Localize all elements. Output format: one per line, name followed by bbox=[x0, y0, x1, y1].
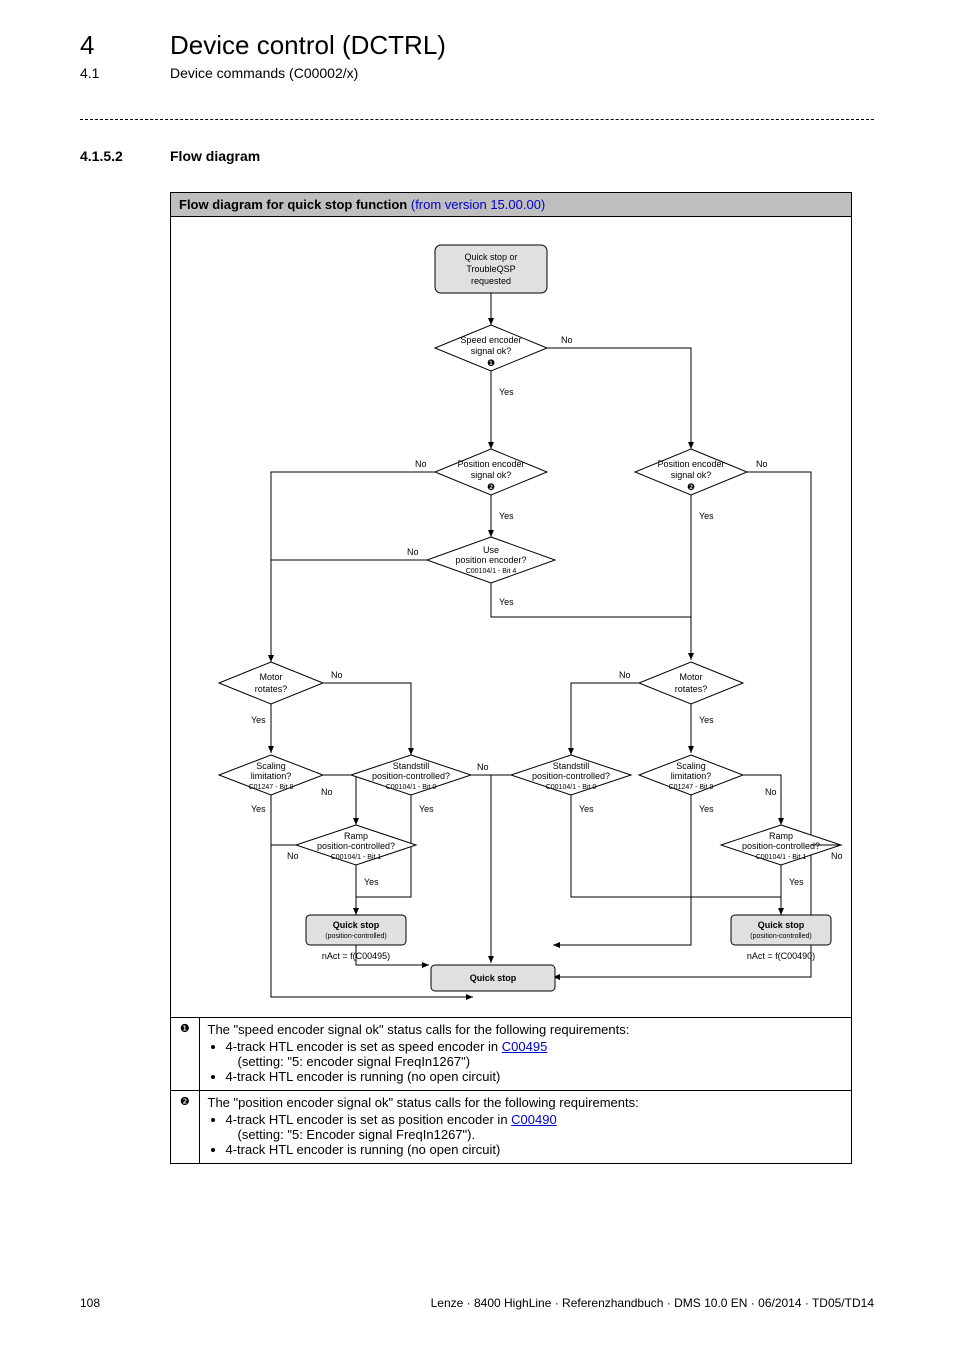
footer-info: Lenze · 8400 HighLine · Referenzhandbuch… bbox=[431, 1296, 874, 1310]
svg-text:TroubleQSP: TroubleQSP bbox=[466, 264, 515, 274]
svg-text:nAct = f(C00490): nAct = f(C00490) bbox=[747, 951, 815, 961]
svg-text:Yes: Yes bbox=[789, 877, 804, 887]
svg-text:No: No bbox=[331, 670, 343, 680]
svg-text:No: No bbox=[561, 335, 573, 345]
divider bbox=[80, 119, 874, 120]
svg-text:position-controlled?: position-controlled? bbox=[372, 771, 450, 781]
svg-text:(position-controlled): (position-controlled) bbox=[750, 933, 811, 940]
svg-text:Yes: Yes bbox=[499, 511, 514, 521]
svg-text:Quick stop: Quick stop bbox=[333, 920, 380, 930]
section-number: 4.1 bbox=[80, 65, 170, 81]
svg-text:Use: Use bbox=[483, 545, 499, 555]
subsection-title: Flow diagram bbox=[170, 148, 260, 164]
flow-diagram: Quick stop or TroubleQSP requested Speed… bbox=[171, 217, 851, 1017]
figure-notes: ❶ The "speed encoder signal ok" status c… bbox=[171, 1017, 851, 1163]
svg-text:Yes: Yes bbox=[579, 804, 594, 814]
svg-text:❷: ❷ bbox=[487, 482, 495, 492]
svg-text:C01247 - Bit 9: C01247 - Bit 9 bbox=[669, 784, 714, 791]
svg-text:No: No bbox=[619, 670, 631, 680]
svg-text:Yes: Yes bbox=[699, 804, 714, 814]
svg-text:Yes: Yes bbox=[251, 804, 266, 814]
svg-text:❶: ❶ bbox=[487, 358, 495, 368]
subsection-number: 4.1.5.2 bbox=[80, 148, 170, 164]
svg-text:Yes: Yes bbox=[699, 715, 714, 725]
figure-version: (from version 15.00.00) bbox=[411, 197, 545, 212]
figure-frame: Flow diagram for quick stop function (fr… bbox=[170, 192, 852, 1164]
link-c00490[interactable]: C00490 bbox=[511, 1112, 557, 1127]
svg-text:Scaling: Scaling bbox=[676, 761, 706, 771]
svg-text:❷: ❷ bbox=[687, 482, 695, 492]
svg-text:position-controlled?: position-controlled? bbox=[317, 841, 395, 851]
page-number: 108 bbox=[80, 1296, 100, 1310]
section-title: Device commands (C00002/x) bbox=[170, 65, 358, 81]
chapter-number: 4 bbox=[80, 30, 170, 61]
svg-text:position-controlled?: position-controlled? bbox=[742, 841, 820, 851]
note-marker-1: ❶ bbox=[171, 1018, 199, 1091]
svg-text:Quick stop or: Quick stop or bbox=[464, 252, 517, 262]
svg-text:Yes: Yes bbox=[499, 387, 514, 397]
svg-text:No: No bbox=[756, 459, 768, 469]
svg-text:C01247 - Bit 9: C01247 - Bit 9 bbox=[249, 784, 294, 791]
svg-text:No: No bbox=[831, 851, 843, 861]
svg-text:No: No bbox=[415, 459, 427, 469]
chapter-title: Device control (DCTRL) bbox=[170, 30, 446, 61]
note-2: The "position encoder signal ok" status … bbox=[199, 1091, 851, 1164]
svg-text:rotates?: rotates? bbox=[675, 684, 708, 694]
svg-text:C00104/1 - Bit 0: C00104/1 - Bit 0 bbox=[386, 784, 437, 791]
svg-text:Yes: Yes bbox=[364, 877, 379, 887]
svg-text:Position encoder: Position encoder bbox=[657, 459, 724, 469]
svg-text:Motor: Motor bbox=[679, 672, 702, 682]
svg-text:Scaling: Scaling bbox=[256, 761, 286, 771]
svg-text:Yes: Yes bbox=[699, 511, 714, 521]
svg-text:No: No bbox=[477, 762, 489, 772]
svg-text:C00104/1 - Bit 4: C00104/1 - Bit 4 bbox=[466, 568, 517, 575]
svg-text:Quick stop: Quick stop bbox=[758, 920, 805, 930]
link-c00495[interactable]: C00495 bbox=[502, 1039, 548, 1054]
note-marker-2: ❷ bbox=[171, 1091, 199, 1164]
svg-text:No: No bbox=[765, 787, 777, 797]
svg-text:requested: requested bbox=[471, 276, 511, 286]
svg-text:Standstill: Standstill bbox=[553, 761, 590, 771]
svg-text:Motor: Motor bbox=[259, 672, 282, 682]
svg-text:(position-controlled): (position-controlled) bbox=[325, 933, 386, 940]
svg-text:Ramp: Ramp bbox=[769, 831, 793, 841]
svg-text:No: No bbox=[287, 851, 299, 861]
note-1: The "speed encoder signal ok" status cal… bbox=[199, 1018, 851, 1091]
figure-title: Flow diagram for quick stop function bbox=[179, 197, 407, 212]
svg-text:position-controlled?: position-controlled? bbox=[532, 771, 610, 781]
svg-text:No: No bbox=[321, 787, 333, 797]
svg-text:C00104/1 - Bit 1: C00104/1 - Bit 1 bbox=[331, 854, 382, 861]
svg-text:C00104/1 - Bit 1: C00104/1 - Bit 1 bbox=[756, 854, 807, 861]
svg-text:signal ok?: signal ok? bbox=[471, 346, 512, 356]
svg-text:limitation?: limitation? bbox=[671, 771, 712, 781]
svg-text:signal ok?: signal ok? bbox=[671, 470, 712, 480]
svg-text:Yes: Yes bbox=[499, 597, 514, 607]
svg-text:Speed encoder: Speed encoder bbox=[460, 335, 521, 345]
svg-text:C00104/1 - Bit 0: C00104/1 - Bit 0 bbox=[546, 784, 597, 791]
svg-text:Yes: Yes bbox=[251, 715, 266, 725]
svg-text:position encoder?: position encoder? bbox=[455, 555, 526, 565]
svg-text:No: No bbox=[407, 547, 419, 557]
svg-text:Position encoder: Position encoder bbox=[457, 459, 524, 469]
svg-text:rotates?: rotates? bbox=[255, 684, 288, 694]
svg-text:limitation?: limitation? bbox=[251, 771, 292, 781]
svg-text:Standstill: Standstill bbox=[393, 761, 430, 771]
svg-text:Quick stop: Quick stop bbox=[470, 973, 517, 983]
svg-text:Ramp: Ramp bbox=[344, 831, 368, 841]
svg-text:signal ok?: signal ok? bbox=[471, 470, 512, 480]
svg-text:Yes: Yes bbox=[419, 804, 434, 814]
figure-titlebar: Flow diagram for quick stop function (fr… bbox=[171, 193, 851, 217]
